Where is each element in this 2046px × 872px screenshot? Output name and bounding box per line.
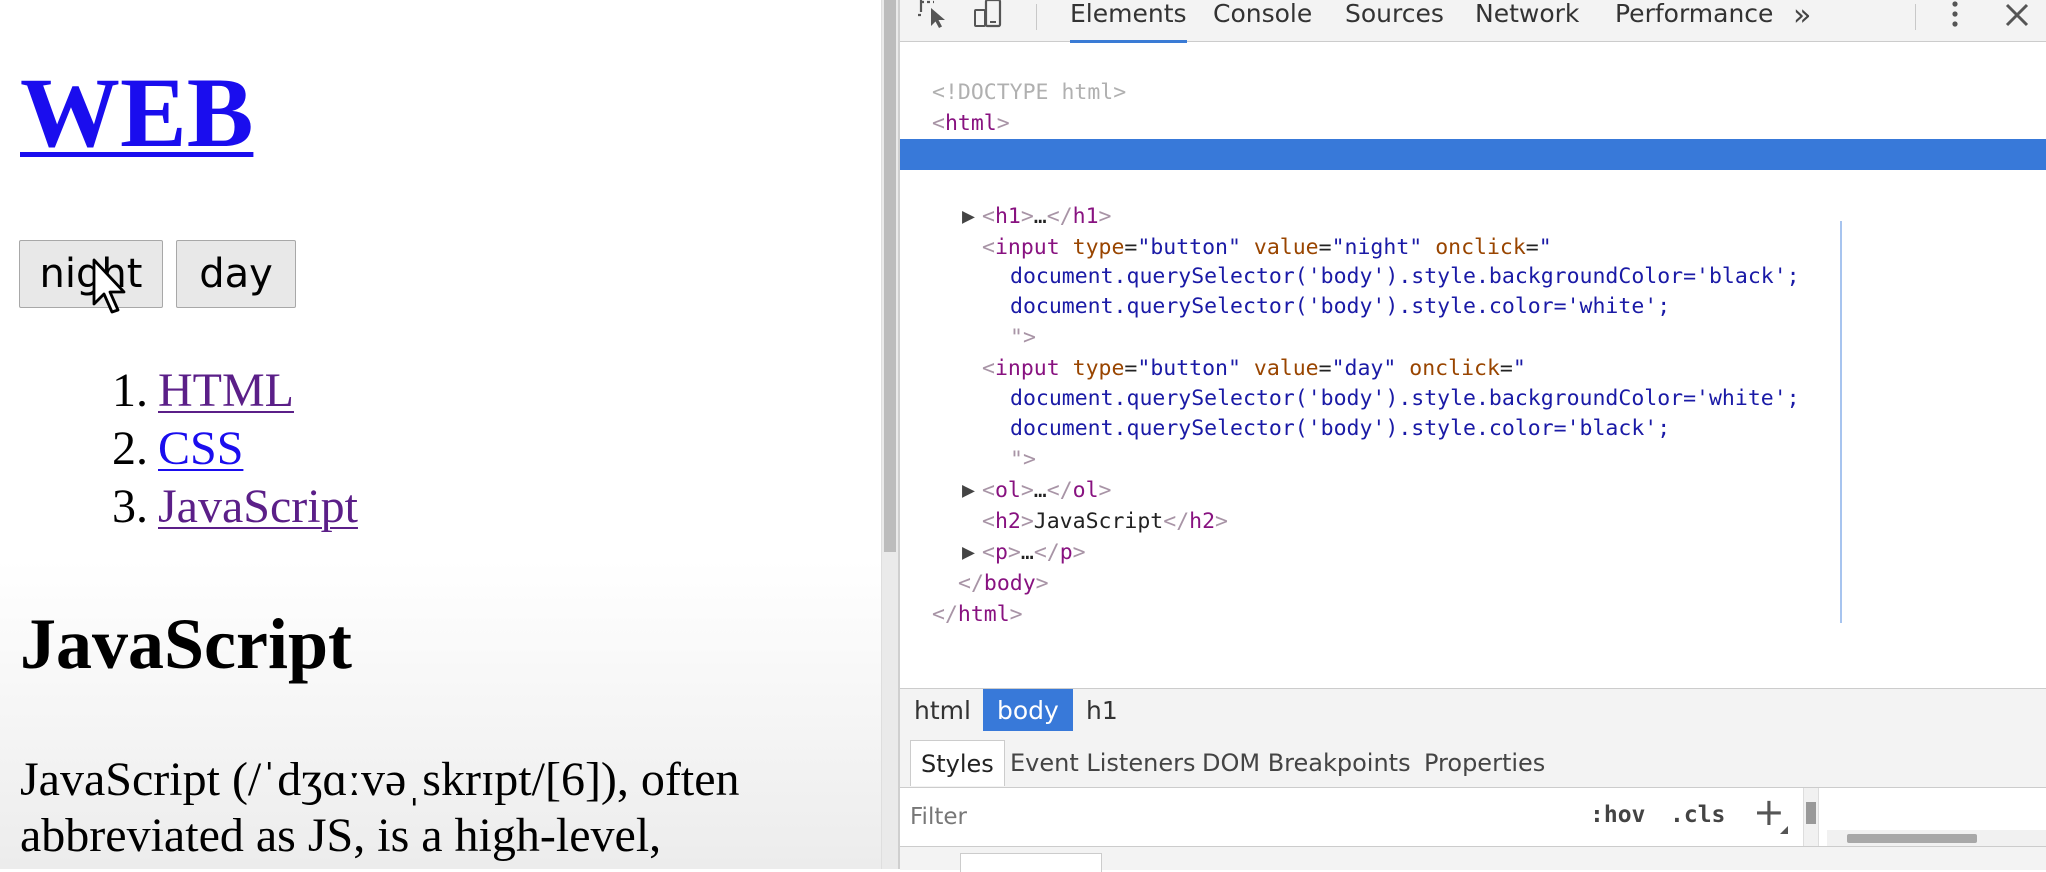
tab-event-listeners[interactable]: Event Listeners — [1000, 740, 1205, 786]
tab-properties[interactable]: Properties — [1414, 740, 1555, 786]
dom-attr-line: document.querySelector('body').style.col… — [900, 382, 2046, 441]
close-icon[interactable] — [2004, 2, 2030, 28]
toc-link-css[interactable]: CSS — [158, 422, 243, 475]
dom-attr-line: document.querySelector('body').style.bac… — [900, 230, 2046, 289]
toc-item-css: 2. CSS — [96, 420, 358, 478]
tab-styles[interactable]: Styles — [910, 740, 1005, 786]
drawer-tab[interactable] — [960, 853, 1102, 872]
toc-number: 3. — [112, 480, 148, 533]
styles-pane-tabs: Styles Event Listeners DOM Breakpoints P… — [900, 731, 2046, 788]
dom-node-h2[interactable]: <h2>JavaScript</h2> — [900, 475, 2046, 534]
styles-filter-bar: :hov .cls + — [900, 788, 2046, 846]
computed-scrollbar-thumb[interactable] — [1847, 834, 1977, 843]
dom-attr-line: "> — [900, 291, 2046, 350]
tag-name: html — [957, 602, 1010, 627]
toc-number: 1. — [112, 364, 148, 417]
styles-scrollbar-thumb[interactable] — [1806, 802, 1816, 824]
dom-attr-line: document.querySelector('body').style.col… — [900, 260, 2046, 319]
toolbar-separator — [1036, 4, 1037, 30]
class-toggle-button[interactable]: .cls — [1670, 802, 1725, 828]
dom-node-h1[interactable]: ▶ <h1>…</h1> — [900, 170, 2046, 229]
breadcrumb: html body h1 — [900, 688, 2046, 733]
device-toolbar-icon[interactable] — [972, 0, 1002, 30]
toc-list: 1. HTML 2. CSS 3. JavaScript — [96, 362, 358, 536]
breadcrumb-h1[interactable]: h1 — [1072, 689, 1132, 732]
drawer-strip — [900, 846, 2046, 872]
tab-network[interactable]: Network — [1475, 0, 1579, 40]
section-heading: JavaScript — [20, 604, 352, 684]
intro-paragraph: JavaScript (/ˈdʒɑːvəˌskrɪpt/[6]), often … — [20, 753, 740, 862]
dom-node-p[interactable]: ▶ <p>…</p> — [900, 506, 2046, 565]
hover-state-button[interactable]: :hov — [1590, 802, 1645, 828]
page-title-link[interactable]: WEB — [20, 57, 253, 168]
toc-number: 2. — [112, 422, 148, 475]
page-scrollbar-thumb[interactable] — [884, 0, 896, 552]
dom-node-input-night[interactable]: <input type="button" value="night" oncli… — [900, 201, 2046, 260]
tab-console[interactable]: Console — [1213, 0, 1312, 40]
toc-link-html[interactable]: HTML — [158, 364, 294, 417]
dom-tree: <!DOCTYPE html> <html> ▶<head>…</head> …… — [900, 46, 2046, 686]
toc-item-javascript: 3. JavaScript — [96, 478, 358, 536]
devtools-toolbar: Elements Console Sources Network Perform… — [900, 0, 2046, 43]
dom-attr-line: "> — [900, 413, 2046, 472]
mouse-cursor-icon — [92, 258, 126, 314]
rule-menu-corner-icon[interactable] — [1780, 826, 1788, 834]
devtools-panel: Elements Console Sources Network Perform… — [898, 0, 2046, 872]
dom-node-doctype[interactable]: <!DOCTYPE html> — [900, 46, 2046, 105]
toolbar-separator — [1915, 4, 1916, 30]
kebab-menu-icon[interactable] — [1950, 0, 1960, 30]
dom-attr-line: document.querySelector('body').style.bac… — [900, 352, 2046, 411]
dom-node-input-day[interactable]: <input type="button" value="day" onclick… — [900, 322, 2046, 381]
page-scrollbar[interactable] — [881, 0, 899, 869]
night-button[interactable]: night — [19, 240, 163, 308]
breadcrumb-html[interactable]: html — [900, 689, 985, 732]
styles-filter-input[interactable] — [908, 796, 1512, 838]
dom-node-ol[interactable]: ▶ <ol>…</ol> — [900, 444, 2046, 503]
toc-link-javascript[interactable]: JavaScript — [158, 480, 358, 533]
breadcrumb-body[interactable]: body — [983, 689, 1073, 732]
tab-performance[interactable]: Performance — [1615, 0, 1773, 40]
toc-item-html: 1. HTML — [96, 362, 358, 420]
dom-node-html[interactable]: <html> — [900, 77, 2046, 136]
dom-node-head[interactable]: ▶<head>…</head> — [900, 108, 2046, 167]
dom-node-html-close[interactable]: </html> — [900, 568, 2046, 627]
styles-scrollbar[interactable] — [1803, 788, 1819, 846]
day-button[interactable]: day — [176, 240, 296, 308]
tab-dom-breakpoints[interactable]: DOM Breakpoints — [1192, 740, 1421, 786]
page-title: WEB — [20, 58, 253, 168]
dom-node-body-selected[interactable]: … ▼ <body> == $0 — [900, 139, 2046, 229]
page-viewport: WEB night day 1. HTML 2. CSS 3. JavaScript … — [0, 0, 881, 869]
dom-node-body-close[interactable]: </body> — [900, 537, 2046, 596]
computed-horizontal-scrollbar[interactable] — [1827, 830, 2046, 846]
tab-sources[interactable]: Sources — [1345, 0, 1444, 40]
more-tabs-button[interactable]: » — [1793, 0, 1811, 33]
inspect-element-icon[interactable] — [918, 0, 950, 30]
tab-elements[interactable]: Elements — [1070, 0, 1187, 43]
